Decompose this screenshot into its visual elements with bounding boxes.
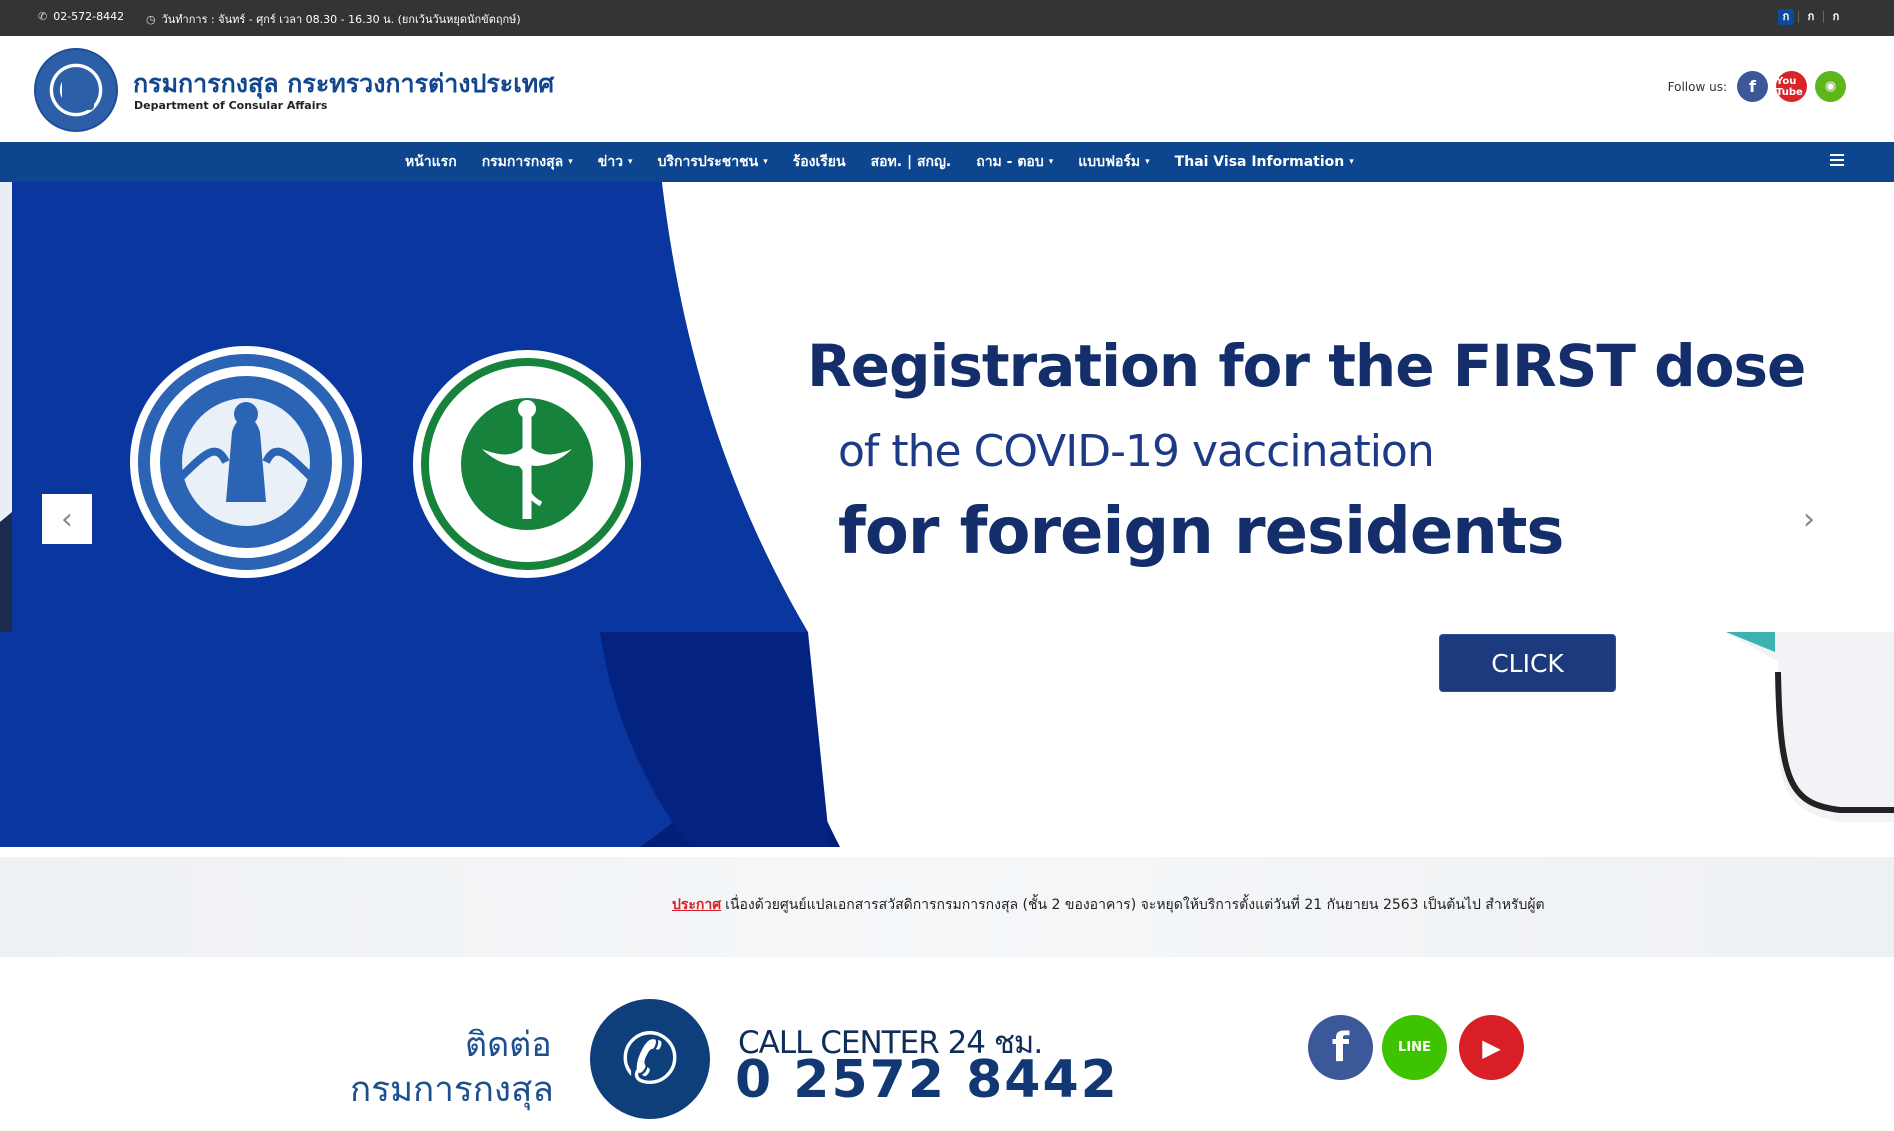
hours-info: ◷ วันทำการ : จันทร์ - ศุกร์ เวลา 08.30 -…	[146, 10, 521, 28]
nav-item[interactable]: สอท. | สกญ.	[871, 151, 952, 173]
call-center-number[interactable]: 0 2572 8442	[735, 1050, 1119, 1110]
nav-item-label: สอท. | สกญ.	[870, 154, 952, 170]
chevron-down-icon: ▾	[1145, 157, 1150, 167]
site-header: กรมการกงสุล กระทรวงการต่างประเทศ Departm…	[0, 36, 1894, 142]
nav-item[interactable]: กรมการกงสุล ▾	[482, 151, 573, 173]
phone-info: ✆ 02-572-8442	[38, 10, 124, 23]
announcement-tag-link[interactable]: ประกาศ	[672, 897, 721, 913]
chevron-down-icon: ▾	[628, 157, 633, 167]
nav-item-label: ข่าว	[597, 154, 624, 170]
nav-item[interactable]: หน้าแรก	[405, 151, 457, 173]
department-logo[interactable]	[34, 48, 118, 132]
line-icon[interactable]: LINE	[1382, 1015, 1447, 1080]
lang-option-1[interactable]: ก	[1778, 9, 1794, 25]
chevron-down-icon: ▾	[568, 157, 573, 167]
chevron-down-icon: ▾	[1048, 157, 1054, 167]
site-title-thai[interactable]: กรมการกงสุล กระทรวงการต่างประเทศ	[133, 64, 554, 104]
slider-next-arrow-icon[interactable]: ›	[1784, 494, 1834, 544]
clock-icon: ◷	[146, 12, 156, 26]
youtube-icon[interactable]: ▶	[1459, 1015, 1524, 1080]
follow-label: Follow us:	[1667, 79, 1727, 94]
nav-item[interactable]: แบบฟอร์ม ▾	[1078, 151, 1149, 173]
banner-headline-3: for foreign residents	[838, 495, 1564, 569]
contact-heading-line2: กรมการกงสุล	[350, 1070, 554, 1110]
hero-slider: Registration for the FIRST dose of the C…	[0, 182, 1894, 847]
facebook-icon[interactable]: f	[1308, 1015, 1373, 1080]
lang-option-3[interactable]: ก	[1828, 9, 1844, 25]
announcement-bar: ประกาศ เนื่องด้วยศูนย์แปลเอกสารสวัสดิการก…	[0, 857, 1894, 957]
banner-headline-1: Registration for the FIRST dose	[807, 332, 1806, 400]
announcement-text[interactable]: เนื่องด้วยศูนย์แปลเอกสารสวัสดิการกรมการก…	[725, 897, 1544, 913]
line-icon[interactable]: ◉	[1815, 71, 1846, 102]
follow-us: Follow us: f You Tube ◉	[1668, 71, 1846, 102]
nav-item-label: ถาม - ตอบ	[976, 154, 1044, 170]
nav-item[interactable]: ถาม - ตอบ ▾	[976, 151, 1053, 173]
topbar-hours: วันทำการ : จันทร์ - ศุกร์ เวลา 08.30 - 1…	[161, 13, 521, 26]
divider	[1798, 11, 1799, 23]
announcement-marquee: ประกาศ เนื่องด้วยศูนย์แปลเอกสารสวัสดิการก…	[672, 894, 1576, 916]
banner-headline-2: of the COVID-19 vaccination	[838, 426, 1435, 477]
chevron-down-icon: ▾	[763, 157, 768, 167]
nav-item[interactable]: Thai Visa Information ▾	[1175, 154, 1354, 170]
nav-item-label: Thai Visa Information	[1174, 154, 1345, 170]
nav-item-label: กรมการกงสุล	[481, 154, 564, 170]
phone-icon: ✆	[38, 10, 48, 23]
thai-seal-emblem	[130, 346, 362, 578]
nav-item-label: หน้าแรก	[405, 154, 457, 170]
lang-option-2[interactable]: ก	[1803, 9, 1819, 25]
nav-item-label: บริการประชาชน	[657, 154, 759, 170]
nav-menu: หน้าแรก กรมการกงสุล ▾ ข่าว ▾ บริการประชาชน ▾ ร้…	[405, 142, 1354, 182]
top-bar: ✆ 02-572-8442 ◷ วันทำการ : จันทร์ - ศุกร…	[0, 0, 1894, 36]
nav-item-label: แบบฟอร์ม	[1078, 154, 1141, 170]
ministry-seal	[413, 350, 641, 578]
nav-item[interactable]: บริการประชาชน ▾	[658, 151, 768, 173]
youtube-icon[interactable]: You Tube	[1776, 71, 1807, 102]
banner-click-button[interactable]: CLICK	[1439, 634, 1616, 692]
phone-icon: ✆	[590, 999, 710, 1119]
topbar-phone: 02-572-8442	[53, 10, 125, 23]
hamburger-menu-icon[interactable]	[1830, 154, 1844, 166]
divider	[1823, 11, 1824, 23]
call-center-section: ติดต่อ กรมการกงสุล ✆ CALL CENTER 24 ชม. …	[0, 957, 1894, 1131]
main-nav: หน้าแรก กรมการกงสุล ▾ ข่าว ▾ บริการประชาชน ▾ ร้…	[0, 142, 1894, 182]
nav-item[interactable]: ข่าว ▾	[598, 151, 633, 173]
language-switcher: ก ก ก	[1778, 9, 1844, 25]
chevron-down-icon: ▾	[1349, 157, 1354, 167]
slider-prev-arrow-icon[interactable]: ‹	[42, 494, 92, 544]
site-title-english: Department of Consular Affairs	[134, 99, 328, 112]
logo-emblem	[62, 72, 94, 110]
facebook-icon[interactable]: f	[1737, 71, 1768, 102]
nav-item-label: ร้องเรียน	[792, 154, 846, 170]
nav-item[interactable]: ร้องเรียน	[793, 151, 846, 173]
